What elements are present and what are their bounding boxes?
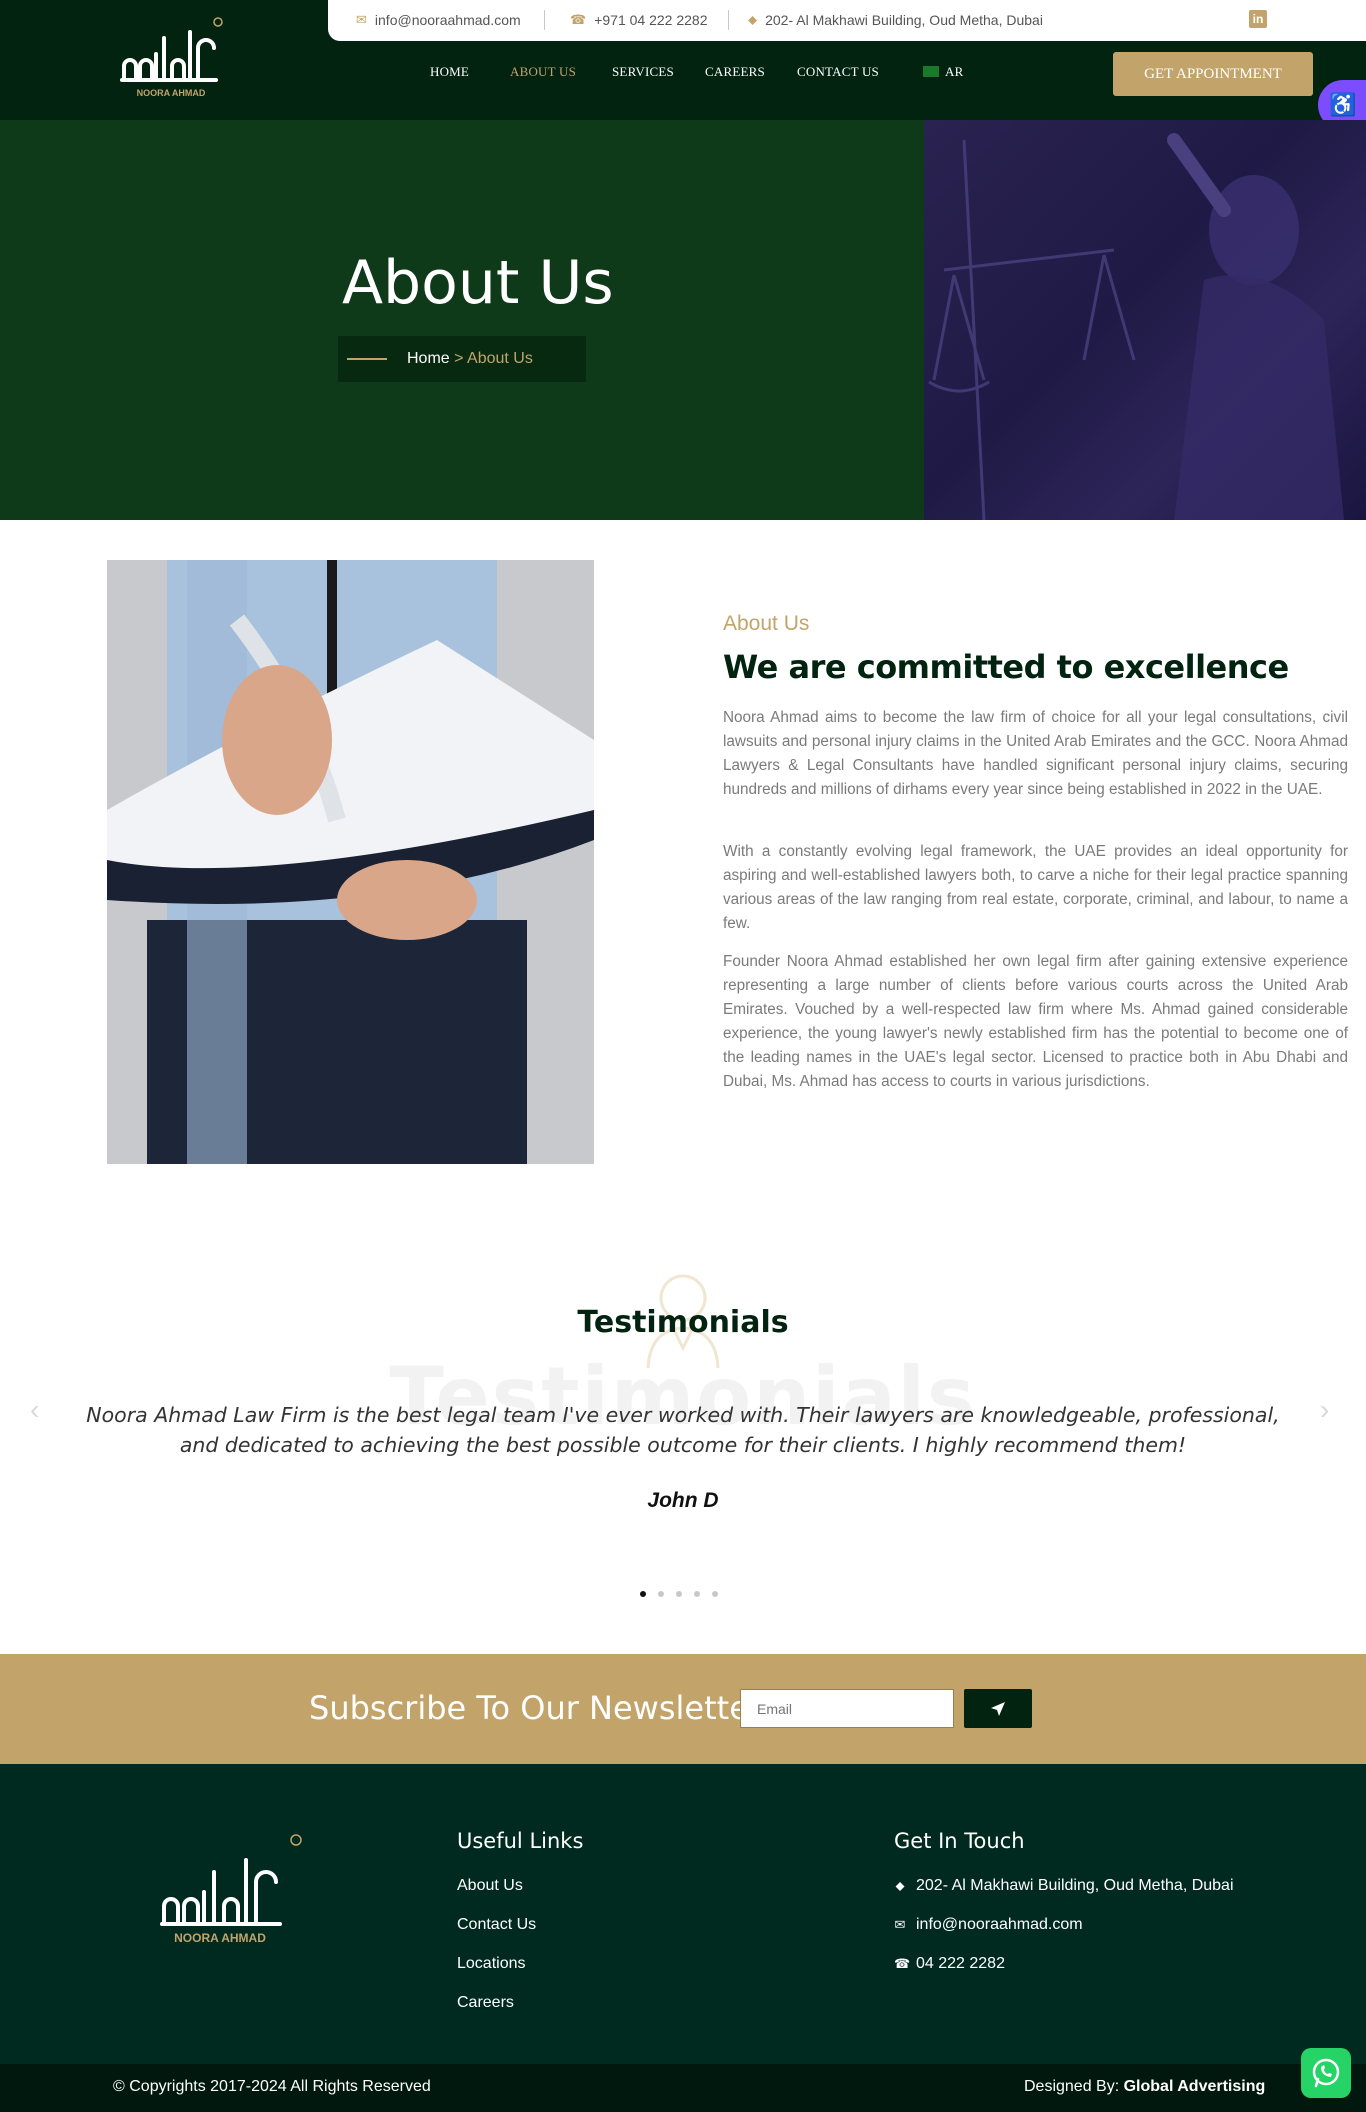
testimonial-quote: Noora Ahmad Law Firm is the best legal t… [86, 1403, 1280, 1457]
topbar-address: ⬥ 202- Al Makhawi Building, Oud Metha, D… [748, 12, 1043, 28]
about-heading: We are committed to excellence [723, 648, 1289, 686]
divider [544, 10, 545, 30]
newsletter-email-input[interactable] [740, 1689, 954, 1728]
footer-link-about-us[interactable]: About Us [457, 1877, 523, 1895]
breadcrumb-current: About Us [467, 350, 533, 367]
breadcrumb-home-link[interactable]: Home [407, 350, 450, 367]
about-paragraph: Noora Ahmad aims to become the law firm … [723, 709, 1348, 798]
footer-link-locations[interactable]: Locations [457, 1955, 526, 1973]
about-paragraph: With a constantly evolving legal framewo… [723, 843, 1348, 932]
nav-home[interactable]: HOME [430, 64, 469, 80]
envelope-icon: ✉ [356, 12, 367, 27]
footer-phone[interactable]: ☎ 04 222 2282 [894, 1955, 1005, 1973]
chevron-left-icon[interactable]: ‹ [30, 1394, 39, 1426]
nav-about-us[interactable]: ABOUT US [510, 64, 576, 80]
footer-link-contact-us[interactable]: Contact Us [457, 1916, 536, 1934]
breadcrumb: Home > About Us [338, 336, 586, 382]
about-paragraph: Founder Noora Ahmad established her own … [723, 953, 1348, 1090]
get-in-touch-heading: Get In Touch [894, 1829, 1025, 1853]
send-icon [991, 1701, 1005, 1716]
get-appointment-button[interactable]: GET APPOINTMENT [1113, 52, 1313, 96]
phone-icon: ☎ [894, 1956, 911, 1971]
testimonial-author: John D [647, 1489, 719, 1512]
logo[interactable]: NOORA AHMAD [118, 16, 224, 102]
nav-careers[interactable]: CAREERS [705, 64, 765, 80]
topbar-email[interactable]: ✉ info@nooraahmad.com [356, 12, 521, 28]
designed-by: Designed By: Global Advertising [1024, 2078, 1266, 2095]
map-pin-icon: ⬥ [748, 12, 758, 27]
topbar-phone[interactable]: ☎ +971 04 222 2282 [570, 12, 707, 28]
about-subtitle: About Us [723, 612, 810, 635]
breadcrumb-line [347, 358, 387, 360]
whatsapp-icon[interactable] [1301, 2048, 1351, 2098]
carousel-dot[interactable] [640, 1591, 646, 1597]
nav-contact-us[interactable]: CONTACT US [797, 64, 879, 80]
footer-address: ⬥ 202- Al Makhawi Building, Oud Metha, D… [895, 1877, 1234, 1894]
phone-icon: ☎ [570, 12, 587, 27]
open-book-photo [107, 560, 594, 1164]
logo-text: NOORA AHMAD [137, 88, 206, 98]
top-contact-bar: ✉ info@nooraahmad.com ☎ +971 04 222 2282… [328, 0, 1366, 41]
envelope-icon: ✉ [894, 1917, 906, 1932]
carousel-dot[interactable] [676, 1591, 682, 1597]
footer-link-careers[interactable]: Careers [457, 1994, 514, 2012]
carousel-dots [640, 1591, 718, 1597]
lady-justice-image [924, 120, 1366, 520]
copyright-text: © Copyrights 2017-2024 All Rights Reserv… [113, 2078, 431, 2095]
page-title: About Us [342, 248, 614, 318]
nav-language-ar[interactable]: AR [923, 64, 963, 80]
footer-logo[interactable]: NOORA AHMAD [158, 1826, 308, 1966]
breadcrumb-separator: > [449, 350, 468, 367]
designer-link[interactable]: Global Advertising [1124, 2078, 1266, 2095]
saudi-flag-icon [923, 66, 939, 77]
carousel-dot[interactable] [694, 1591, 700, 1597]
chevron-right-icon[interactable]: › [1320, 1394, 1329, 1426]
newsletter-submit-button[interactable] [964, 1689, 1032, 1728]
newsletter-title: Subscribe To Our Newsletter [309, 1689, 763, 1727]
footer-logo-text: NOORA AHMAD [174, 1931, 266, 1945]
breadcrumb-text: Home > About Us [407, 350, 533, 368]
footer-email[interactable]: ✉ info@nooraahmad.com [894, 1916, 1083, 1934]
carousel-dot[interactable] [712, 1591, 718, 1597]
useful-links-heading: Useful Links [457, 1829, 584, 1853]
testimonials-heading: Testimonials [577, 1305, 789, 1340]
linkedin-icon[interactable]: in [1249, 10, 1267, 28]
map-pin-icon: ⬥ [895, 1878, 905, 1893]
carousel-dot[interactable] [658, 1591, 664, 1597]
nav-services[interactable]: SERVICES [612, 64, 674, 80]
divider [728, 10, 729, 30]
